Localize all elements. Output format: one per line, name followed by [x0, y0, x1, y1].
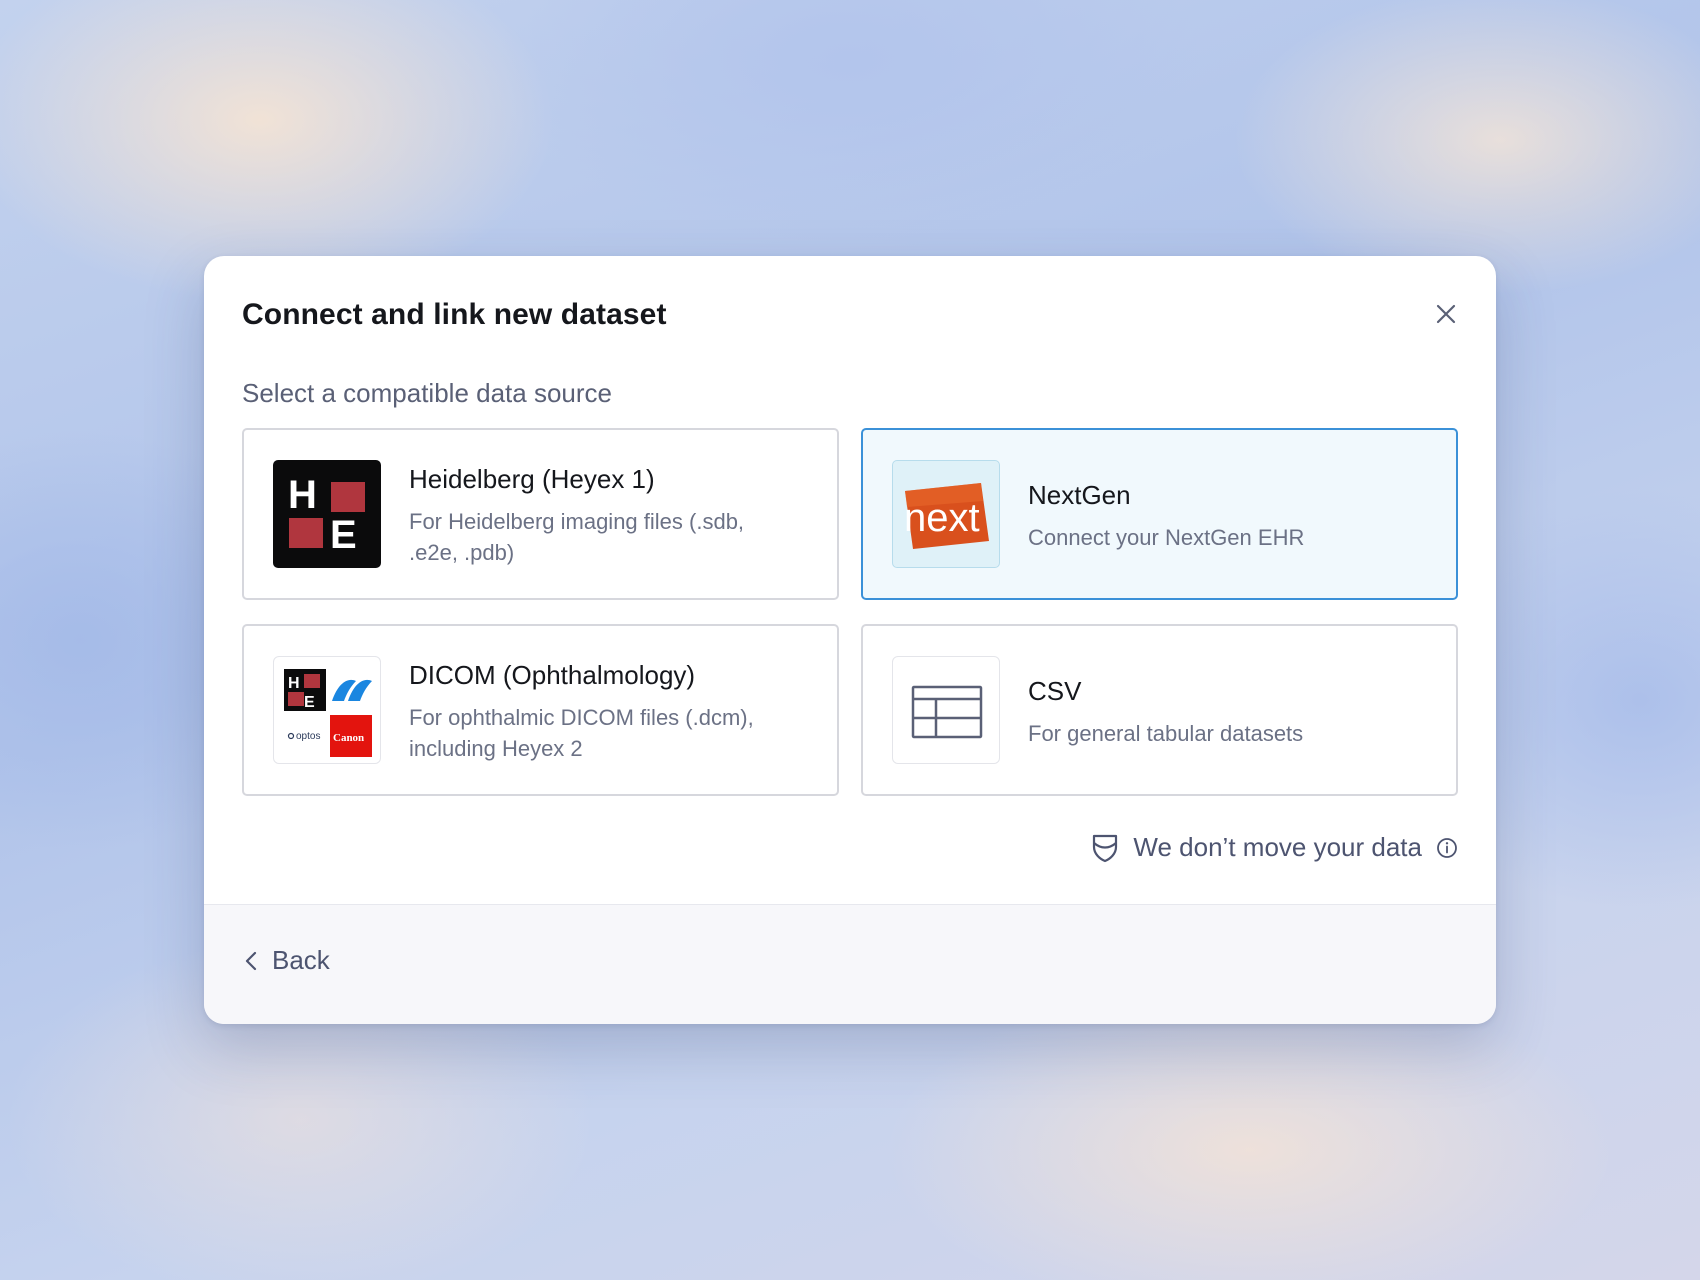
table-icon	[911, 685, 983, 739]
source-description: For general tabular datasets	[1028, 721, 1304, 746]
source-card-dicom[interactable]: H E optos Canon DICOM (Ophthalmology) Fo…	[242, 624, 839, 796]
dicom-logo-letter-h: H	[288, 675, 300, 692]
dialog-title: Connect and link new dataset	[242, 298, 667, 331]
source-description: Connect your NextGen EHR	[1028, 525, 1305, 550]
dicom-logo-letter-e: E	[304, 694, 315, 711]
back-label: Back	[272, 945, 330, 975]
dialog-footer: Back	[204, 904, 1496, 1024]
source-title: DICOM (Ophthalmology)	[409, 660, 696, 690]
source-description: For ophthalmic DICOM files (.dcm), inclu…	[409, 705, 754, 761]
heidelberg-logo: H E	[273, 460, 381, 568]
close-button[interactable]	[1430, 298, 1462, 330]
close-icon	[1436, 304, 1456, 324]
back-button[interactable]: Back	[244, 945, 330, 976]
source-card-heidelberg[interactable]: H E Heidelberg (Heyex 1) For Heidelberg …	[242, 428, 839, 600]
info-icon	[1437, 837, 1457, 858]
source-title: NextGen	[1028, 480, 1131, 510]
nextgen-logo: next	[892, 460, 1000, 568]
source-title: Heidelberg (Heyex 1)	[409, 464, 655, 494]
heidelberg-logo-letter-h: H	[288, 473, 317, 517]
privacy-note: We don’t move your data	[1091, 832, 1458, 863]
shield-icon	[1093, 834, 1118, 862]
nextgen-logo-text: next	[904, 496, 980, 540]
source-grid: H E Heidelberg (Heyex 1) For Heidelberg …	[242, 428, 1458, 798]
source-description: For Heidelberg imaging files (.sdb, .e2e…	[409, 509, 745, 565]
info-button[interactable]	[1436, 837, 1458, 859]
dicom-logo-optos-text: optos	[296, 731, 320, 742]
source-title: CSV	[1028, 676, 1082, 706]
connect-dataset-dialog: Connect and link new dataset Select a co…	[204, 256, 1496, 1024]
dialog-subtitle: Select a compatible data source	[242, 378, 612, 408]
dicom-logo-canon-text: Canon	[333, 732, 364, 744]
dicom-logo: H E optos Canon	[273, 656, 381, 764]
heidelberg-logo-letter-e: E	[330, 513, 357, 557]
chevron-left-icon	[245, 951, 257, 970]
privacy-text: We don’t move your data	[1133, 832, 1422, 862]
source-card-nextgen[interactable]: next NextGen Connect your NextGen EHR	[861, 428, 1458, 600]
csv-logo	[892, 656, 1000, 764]
source-card-csv[interactable]: CSV For general tabular datasets	[861, 624, 1458, 796]
